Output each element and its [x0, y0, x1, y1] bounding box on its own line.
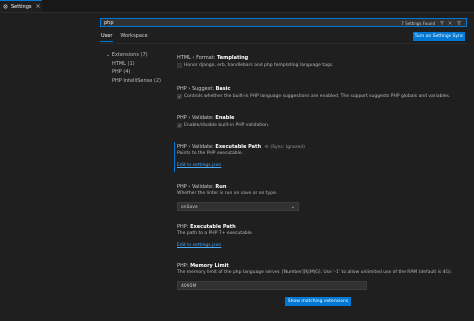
setting-description: Points to the PHP executable.	[177, 151, 244, 156]
settings-toc: ⌄ Extensions (7) HTML (1) PHP (4) PHP In…	[106, 51, 161, 85]
memory-limit-input[interactable]: 4095M	[177, 281, 367, 290]
edit-in-settings-json-link[interactable]: Edit in settings.json	[177, 163, 305, 168]
setting-title: HTML › Format: Templating	[177, 55, 249, 61]
settings-gear-icon	[3, 4, 8, 9]
focus-indicator	[174, 142, 175, 172]
templating-checkbox[interactable]	[177, 63, 182, 68]
edit-in-settings-json-link[interactable]: Edit in settings.json	[177, 243, 253, 248]
tab-title: Settings	[11, 3, 32, 10]
divider	[100, 43, 467, 44]
search-value: php	[104, 20, 114, 26]
clear-filter-icon[interactable]	[440, 20, 444, 25]
validate-enable-checkbox[interactable]: ✓	[177, 123, 182, 128]
tab-user[interactable]: User	[100, 33, 114, 42]
toc-item-extensions[interactable]: ⌄ Extensions (7)	[106, 51, 161, 60]
setting-title: PHP › Suggest: Basic	[177, 86, 231, 92]
sync-ignored-icon: ⟲	[264, 145, 269, 150]
settings-search-input[interactable]: php 7 Settings Found	[100, 18, 467, 27]
tab-workspace[interactable]: Workspace	[119, 33, 148, 42]
toc-item-php-intellisense[interactable]: PHP IntelliSense (2)	[106, 77, 161, 86]
setting-title: PHP › Validate: Run	[177, 184, 227, 190]
setting-php-validate-enable: PHP › Validate: Enable ✓ Enable/disable …	[177, 115, 269, 128]
setting-description: The memory limit of the php language ser…	[177, 270, 453, 275]
filter-icon[interactable]	[456, 20, 462, 25]
setting-description: Whether the linter is run on save or on …	[177, 191, 278, 196]
chevron-down-icon: ⌄	[106, 52, 111, 58]
setting-html-format-templating: HTML › Format: Templating Honor django, …	[177, 55, 333, 68]
setting-php-suggest-basic: PHP › Suggest: Basic ✓ Controls whether …	[177, 86, 450, 99]
setting-description: Enable/disable built-in PHP validation.	[184, 123, 270, 128]
clear-search-icon[interactable]	[448, 20, 452, 25]
setting-title: PHP: Memory Limit	[177, 263, 229, 269]
settings-found-badge: 7 Settings Found	[401, 20, 435, 26]
close-icon[interactable]: ×	[36, 3, 41, 10]
settings-scope-tabs: User Workspace	[100, 33, 149, 42]
setting-description: Controls whether the built-in PHP langua…	[184, 94, 451, 99]
input-value: 4095M	[181, 283, 197, 289]
show-matching-extensions-button[interactable]: Show matching extensions	[285, 297, 351, 306]
setting-php-validate-executable-path: PHP › Validate: Executable Path ⟲ (Sync: …	[177, 144, 305, 168]
setting-description: Honor django, erb, handlebars and php te…	[184, 63, 334, 68]
toc-item-html[interactable]: HTML (1)	[106, 60, 161, 69]
sync-ignored-label: (Sync: Ignored)	[270, 145, 305, 150]
editor-tab-bar: Settings ×	[0, 0, 474, 13]
settings-tab[interactable]: Settings ×	[0, 0, 42, 12]
setting-description: The path to a PHP 7+ executable.	[177, 231, 254, 236]
validate-run-dropdown[interactable]: onSave ⌄	[177, 202, 299, 211]
setting-title: PHP › Validate: Enable	[177, 115, 235, 121]
setting-php-executable-path: PHP: Executable Path The path to a PHP 7…	[177, 224, 253, 248]
toc-item-php[interactable]: PHP (4)	[106, 68, 161, 77]
setting-php-memory-limit: PHP: Memory Limit The memory limit of th…	[177, 263, 452, 275]
setting-php-validate-run: PHP › Validate: Run Whether the linter i…	[177, 184, 277, 196]
setting-title: PHP › Validate: Executable Path ⟲ (Sync: …	[177, 144, 305, 150]
suggest-basic-checkbox[interactable]: ✓	[177, 94, 182, 99]
setting-title: PHP: Executable Path	[177, 224, 236, 230]
dropdown-value: onSave	[181, 204, 198, 210]
turn-on-settings-sync-button[interactable]: Turn on Settings Sync	[413, 32, 465, 41]
chevron-down-icon: ⌄	[290, 204, 295, 210]
